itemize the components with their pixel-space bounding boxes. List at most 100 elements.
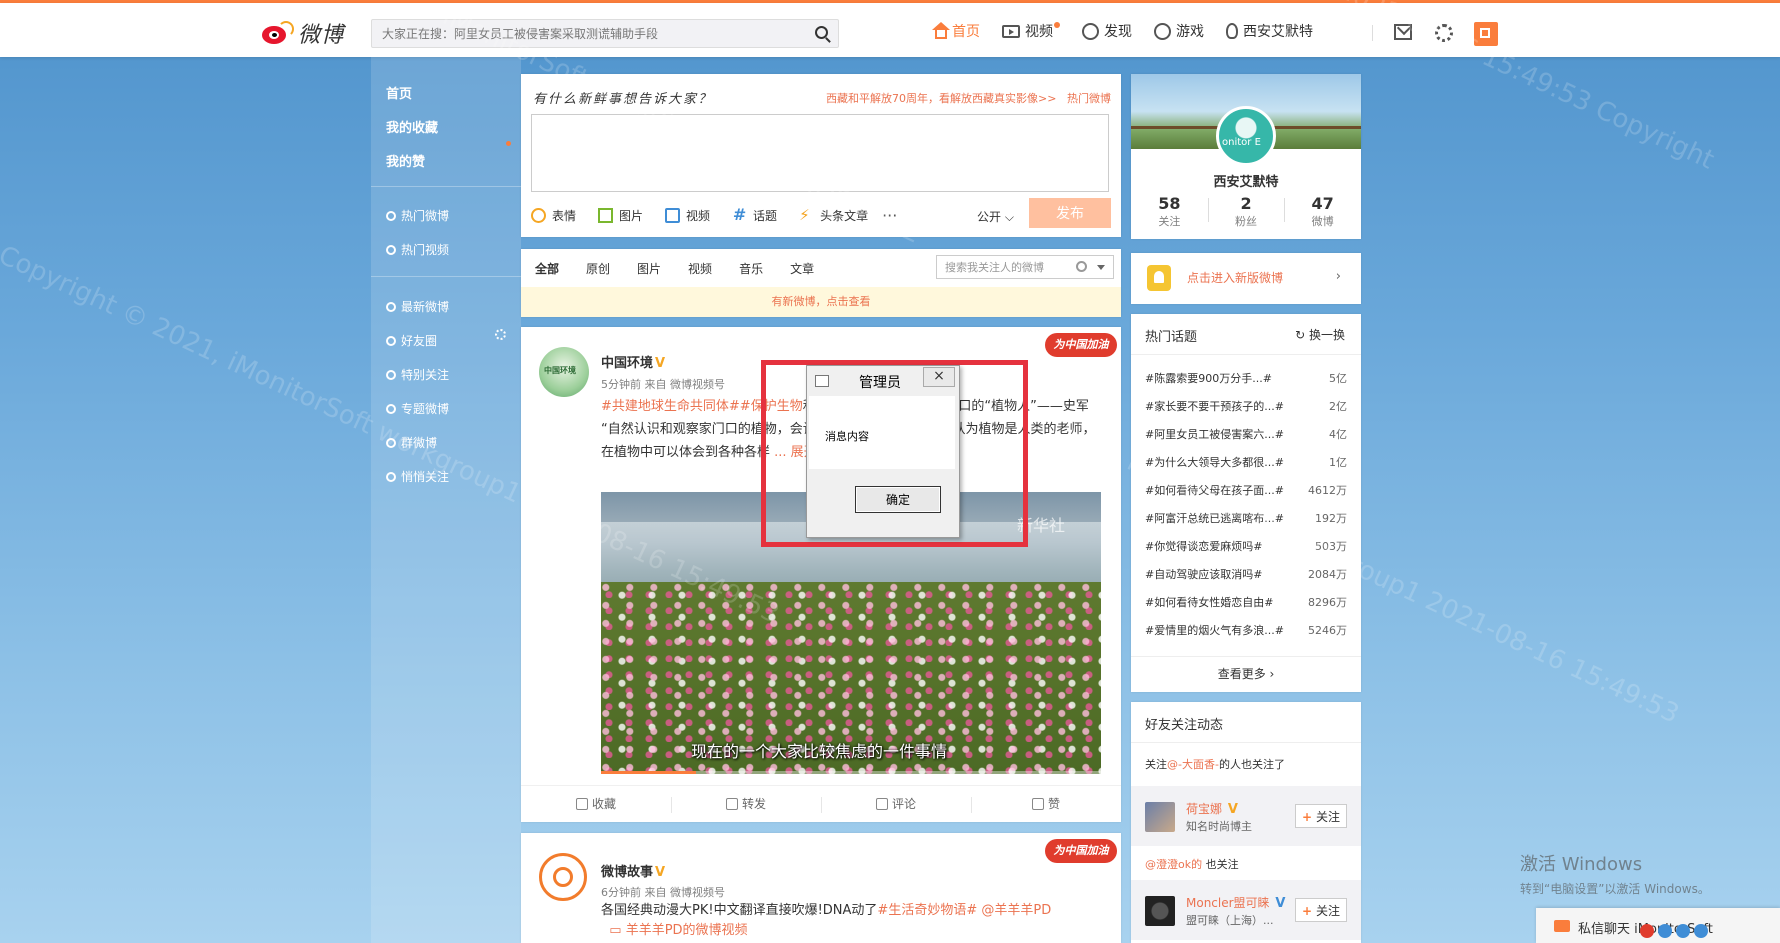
sidebar-item-likes[interactable]: 我的赞 xyxy=(386,151,425,170)
hot-topic-item[interactable]: #自动驾驶应该取消吗# 2084万 xyxy=(1145,566,1347,594)
sidebar-item-friends-circle[interactable]: 好友圈 xyxy=(386,332,437,349)
sidebar-item-quiet-follow[interactable]: 悄悄关注 xyxy=(386,468,449,485)
avatar[interactable] xyxy=(1145,802,1175,832)
repost-icon xyxy=(725,798,738,810)
ime-icon[interactable] xyxy=(1640,924,1654,938)
stat-following[interactable]: 58 关注 xyxy=(1131,194,1208,229)
emoji-tool[interactable]: 表情 xyxy=(531,207,576,224)
hot-topic-item[interactable]: #爱情里的烟火气有多浪...# 5246万 xyxy=(1145,622,1347,650)
visibility-select[interactable]: 公开 ⌵ xyxy=(977,208,1014,225)
new-version-banner[interactable]: 点击进入新版微博 › xyxy=(1131,253,1361,304)
nav-games[interactable]: 游戏 xyxy=(1154,21,1204,41)
sidebar-item-hot-video[interactable]: 热门视频 xyxy=(386,241,449,258)
hot-topic-item[interactable]: #家长要不要干预孩子的...# 2亿 xyxy=(1145,398,1347,426)
image-tool[interactable]: 图片 xyxy=(598,207,643,224)
stat-posts[interactable]: 47 微博 xyxy=(1284,194,1361,229)
comment-button[interactable]: 评论 xyxy=(821,786,971,823)
global-search-input[interactable] xyxy=(372,20,812,47)
feed-search-input[interactable] xyxy=(937,256,1083,278)
tab-articles[interactable]: 文章 xyxy=(790,260,814,277)
sidebar-item-group-weibo[interactable]: 群微博 xyxy=(386,434,437,451)
dialog-ok-button[interactable]: 确定 xyxy=(855,486,941,513)
author-name[interactable]: 中国环境 xyxy=(601,356,653,371)
stat-label: 粉丝 xyxy=(1235,215,1257,228)
follow-button[interactable]: + 关注 xyxy=(1295,898,1347,922)
dialog-close-button[interactable]: × xyxy=(923,367,955,387)
hot-topic-item[interactable]: #为什么大领导大多都很...# 1亿 xyxy=(1145,454,1347,482)
avatar[interactable]: 中国环境 xyxy=(539,347,589,397)
search-icon[interactable] xyxy=(1076,261,1087,272)
repost-button[interactable]: 转发 xyxy=(671,786,821,823)
nav-discover[interactable]: 发现 xyxy=(1082,21,1132,41)
gear-icon[interactable] xyxy=(1435,24,1453,42)
window-icon xyxy=(815,375,829,387)
keyboard-icon[interactable] xyxy=(1694,924,1708,938)
hot-weibo-link[interactable]: 热门微博 xyxy=(1067,92,1111,105)
video-link[interactable]: ▭ 羊羊羊PD的微博视频 xyxy=(601,923,747,938)
video-tool[interactable]: 视频 xyxy=(665,207,710,224)
mail-icon[interactable] xyxy=(1394,24,1412,40)
hashtag-link[interactable]: #共建地球生命共同体# xyxy=(601,399,740,414)
tab-videos[interactable]: 视频 xyxy=(688,260,712,277)
nav-home[interactable]: 首页 xyxy=(932,21,980,41)
dialog-titlebar[interactable]: 管理员 × xyxy=(807,366,959,396)
friend-link[interactable]: @-大面香- xyxy=(1167,758,1219,771)
tab-music[interactable]: 音乐 xyxy=(739,260,763,277)
post-author[interactable]: 微博故事 V xyxy=(601,861,667,880)
feed-post: 为中国加油 微博故事 V 6分钟前 来自 微博视频号 各国经典动漫大PK!中文翻译… xyxy=(521,833,1121,943)
stat-followers[interactable]: 2 粉丝 xyxy=(1207,194,1285,229)
search-icon[interactable] xyxy=(815,26,828,39)
avatar[interactable] xyxy=(1145,896,1175,926)
sidebar-item-topic-weibo[interactable]: 专题微博 xyxy=(386,400,449,417)
group-settings-gear-icon[interactable] xyxy=(495,329,506,340)
tab-images[interactable]: 图片 xyxy=(637,260,661,277)
video-progress-bar[interactable] xyxy=(601,771,1101,774)
topic-tool[interactable]: # 话题 xyxy=(732,207,777,224)
compose-icon[interactable] xyxy=(1474,22,1498,46)
sidebar-item-favorites[interactable]: 我的收藏 xyxy=(386,117,438,136)
weibo-logo[interactable]: 微博 xyxy=(260,17,344,49)
hot-topic-item[interactable]: #陈露索要900万分手...# 5亿 xyxy=(1145,370,1347,398)
user-name[interactable]: Moncler盟可睐 xyxy=(1186,896,1270,910)
recommended-user-name[interactable]: Moncler盟可睐 V xyxy=(1186,894,1287,911)
hot-topic-item[interactable]: #你觉得谈恋爱麻烦吗# 503万 xyxy=(1145,538,1347,566)
avatar[interactable]: onitor E xyxy=(1216,106,1276,166)
nav-profile[interactable]: 西安艾默特 xyxy=(1226,21,1313,41)
friend-link[interactable]: @澄澄ok的 xyxy=(1145,858,1202,871)
hot-topic-item[interactable]: #阿里女员工被侵害案六...# 4亿 xyxy=(1145,426,1347,454)
user-name[interactable]: 荷宝娜 xyxy=(1186,802,1222,816)
mention-link[interactable]: @羊羊羊PD xyxy=(981,903,1051,918)
hot-topic-item[interactable]: #阿富汗总统已逃离喀布...# 192万 xyxy=(1145,510,1347,538)
see-more-topics-link[interactable]: 查看更多 › xyxy=(1131,656,1361,693)
nav-video[interactable]: 视频 xyxy=(1002,21,1060,41)
chevron-down-icon[interactable] xyxy=(1097,265,1105,270)
follow-button[interactable]: + 关注 xyxy=(1295,804,1347,828)
hot-topic-item[interactable]: #如何看待父母在孩子面...# 4612万 xyxy=(1145,482,1347,510)
refresh-topics-button[interactable]: ↻ 换一换 xyxy=(1295,326,1345,343)
sidebar-item-special-follow[interactable]: 特别关注 xyxy=(386,366,449,383)
article-tool[interactable]: ⚡ 头条文章 xyxy=(799,207,868,224)
refresh-icon: ↻ xyxy=(1295,328,1306,342)
like-button[interactable]: 赞 xyxy=(971,786,1121,823)
more-tools-button[interactable]: ··· xyxy=(882,206,897,225)
hot-topic-item[interactable]: #如何看待女性婚恋自由# 8296万 xyxy=(1145,594,1347,622)
new-posts-notice[interactable]: 有新微博，点击查看 xyxy=(521,287,1121,317)
sidebar-item-hot-weibo[interactable]: 热门微博 xyxy=(386,207,449,224)
publish-button[interactable]: 发布 xyxy=(1029,198,1111,228)
composer-textarea[interactable] xyxy=(531,114,1109,192)
author-name[interactable]: 微博故事 xyxy=(601,865,653,880)
favorite-button[interactable]: 收藏 xyxy=(521,786,671,823)
avatar[interactable] xyxy=(539,853,587,901)
microphone-icon[interactable] xyxy=(1676,924,1690,938)
tab-all[interactable]: 全部 xyxy=(535,260,559,277)
post-author[interactable]: 中国环境 V xyxy=(601,352,667,371)
composer-promo-link[interactable]: 西藏和平解放70周年，看解放西藏真实影像>> 热门微博 xyxy=(826,90,1111,106)
hashtag-link[interactable]: #生活奇妙物语# xyxy=(877,903,977,918)
sidebar-item-home[interactable]: 首页 xyxy=(386,83,412,102)
action-label: 转发 xyxy=(741,797,766,811)
recommended-user-name[interactable]: 荷宝娜 V xyxy=(1186,800,1240,817)
sidebar-item-latest[interactable]: 最新微博 xyxy=(386,298,449,315)
moon-icon[interactable] xyxy=(1658,924,1672,938)
tab-original[interactable]: 原创 xyxy=(586,260,610,277)
profile-name[interactable]: 西安艾默特 xyxy=(1131,171,1361,190)
